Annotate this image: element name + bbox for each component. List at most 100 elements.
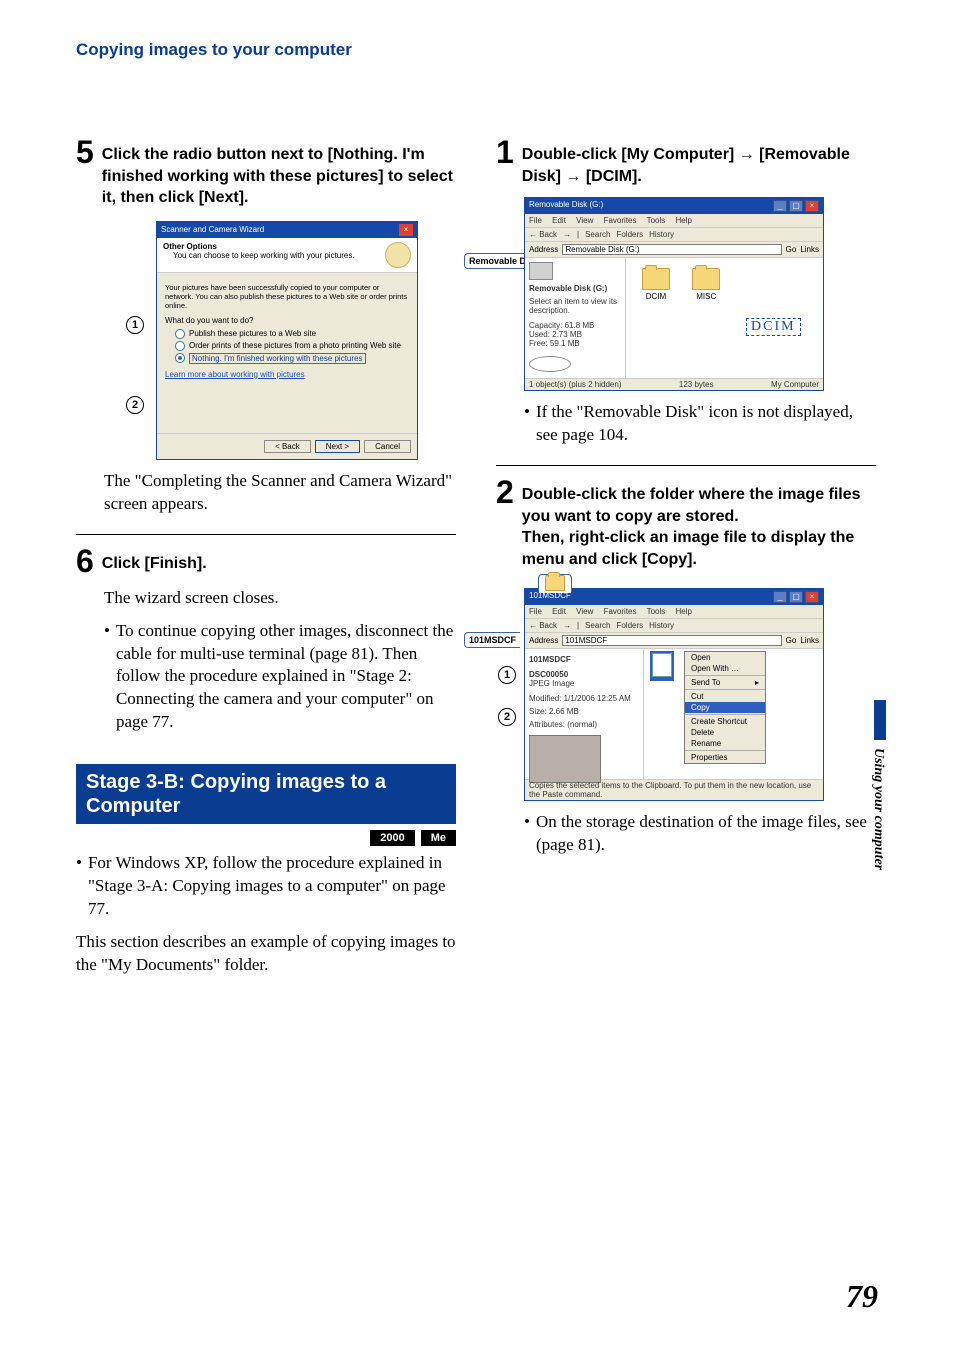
minimize-icon[interactable]: _: [773, 200, 787, 212]
os-badge-2000: 2000: [370, 830, 414, 846]
address-input[interactable]: 101MSDCF: [562, 635, 781, 646]
ctx-cut[interactable]: Cut: [685, 691, 765, 702]
folder-misc[interactable]: MISC: [686, 268, 726, 301]
step-6-bullet: • To continue copying other images, disc…: [104, 620, 456, 735]
ctx-properties[interactable]: Properties: [685, 752, 765, 763]
explorer2-menubar[interactable]: File Edit View Favorites Tools Help: [525, 605, 823, 619]
explorer-101msdcf: 101MSDCF _ ▢ × File Edit View Favorites: [524, 588, 824, 801]
page-header: Copying images to your computer: [76, 40, 878, 60]
explorer1-titlebar: Removable Disk (G:) _ ▢ ×: [525, 198, 823, 214]
os-badges: 2000 Me: [76, 830, 456, 846]
address-label: Address: [529, 245, 558, 254]
ctx-shortcut[interactable]: Create Shortcut: [685, 716, 765, 727]
wizard-header-title: Other Options: [163, 242, 217, 251]
address-input[interactable]: Removable Disk (G:): [562, 244, 781, 255]
stage-body: This section describes an example of cop…: [76, 931, 456, 977]
explorer2-toolbar[interactable]: ← Back →| Search Folders History: [525, 619, 823, 633]
explorer1-sidepane: Removable Disk (G:) Select an item to vi…: [525, 258, 626, 378]
pie-icon: [529, 356, 571, 372]
callout-2b: 2: [498, 708, 516, 726]
folder-dcim[interactable]: DCIM: [636, 268, 676, 301]
ctx-delete[interactable]: Delete: [685, 727, 765, 738]
links-button[interactable]: Links: [800, 245, 819, 254]
ctx-send-to[interactable]: Send To▸: [685, 677, 765, 688]
callout-2: 2: [126, 396, 144, 414]
image-file-selected[interactable]: [650, 651, 674, 681]
os-badge-me: Me: [421, 830, 456, 846]
step-2-bullet: • On the storage destination of the imag…: [524, 811, 876, 857]
ctx-copy[interactable]: Copy: [685, 702, 765, 713]
links-button[interactable]: Links: [800, 636, 819, 645]
go-button[interactable]: Go: [786, 245, 797, 254]
address-label: Address: [529, 636, 558, 645]
step-2-text: Double-click the folder where the image …: [522, 480, 876, 570]
dcim-callout: DCIM: [746, 318, 801, 336]
explorer1-toolbar[interactable]: ← Back →| Search Folders History: [525, 228, 823, 242]
history-button[interactable]: History: [649, 621, 674, 630]
close-icon[interactable]: ×: [399, 224, 413, 236]
step-1-text: Double-click [My Computer] → [Removable …: [522, 140, 876, 187]
callout-1: 1: [126, 316, 144, 334]
context-menu[interactable]: Open Open With … Send To▸ Cut Copy Creat…: [684, 651, 766, 764]
explorer1-menubar[interactable]: File Edit View Favorites Tools Help: [525, 214, 823, 228]
thumbnail-preview: [529, 735, 601, 783]
ctx-open-with[interactable]: Open With …: [685, 663, 765, 674]
minimize-icon[interactable]: _: [773, 591, 787, 603]
wizard-next-button[interactable]: Next >: [315, 440, 360, 453]
close-icon[interactable]: ×: [805, 200, 819, 212]
step-1-bullet-text: If the "Removable Disk" icon is not disp…: [536, 401, 876, 447]
search-button[interactable]: Search: [585, 621, 610, 630]
step-6-text: Click [Finish].: [102, 549, 207, 575]
explorer-removable-disk: Removable Disk (G:) _ ▢ × File Edit View: [524, 197, 824, 391]
wizard-screenshot: 1 2 Scanner and Camera Wizard × Other Op…: [116, 221, 416, 460]
back-button[interactable]: ← Back: [529, 621, 557, 630]
stage-3b-heading: Stage 3-B: Copying images to a Computer: [76, 764, 456, 824]
maximize-icon[interactable]: ▢: [789, 200, 803, 212]
wizard-back-button[interactable]: < Back: [264, 440, 311, 453]
folders-button[interactable]: Folders: [616, 230, 643, 239]
maximize-icon[interactable]: ▢: [789, 591, 803, 603]
side-title: Removable Disk (G:): [529, 284, 621, 293]
wizard-message: Your pictures have been successfully cop…: [165, 283, 409, 310]
step-6-bullet-text: To continue copying other images, discon…: [116, 620, 456, 735]
wizard-option-order[interactable]: Order prints of these pictures from a ph…: [175, 341, 409, 351]
explorer1-filelist[interactable]: DCIM MISC DCIM: [626, 258, 823, 378]
side-tab-bar: [874, 700, 886, 740]
side-title: 101MSDCF: [529, 655, 639, 664]
back-button[interactable]: ← Back: [529, 230, 557, 239]
explorer1-title: Removable Disk (G:): [529, 200, 603, 212]
step-5-text: Click the radio button next to [Nothing.…: [102, 140, 456, 209]
explorer2-statusbar: Copies the selected items to the Clipboa…: [525, 779, 823, 800]
close-icon[interactable]: ×: [805, 591, 819, 603]
history-button[interactable]: History: [649, 230, 674, 239]
step-5-result: The "Completing the Scanner and Camera W…: [104, 470, 456, 516]
stage-bullet-text: For Windows XP, follow the procedure exp…: [88, 852, 456, 921]
explorer1-statusbar: 1 object(s) (plus 2 hidden) 123 bytes My…: [525, 378, 823, 390]
step-6-result: The wizard screen closes.: [104, 587, 456, 610]
explorer2-folder-tab: [538, 574, 572, 593]
separator: [496, 465, 876, 466]
stage-bullet: • For Windows XP, follow the procedure e…: [76, 852, 456, 921]
folders-button[interactable]: Folders: [616, 621, 643, 630]
step-6: 6 Click [Finish].: [76, 549, 456, 577]
wizard-learn-more-link[interactable]: Learn more about working with pictures: [165, 370, 409, 379]
image-file-icon: [652, 653, 672, 677]
ctx-open[interactable]: Open: [685, 652, 765, 663]
search-button[interactable]: Search: [585, 230, 610, 239]
step-5: 5 Click the radio button next to [Nothin…: [76, 140, 456, 209]
step-2-bullet-text: On the storage destination of the image …: [536, 811, 876, 857]
wizard-option-nothing[interactable]: Nothing. I'm finished working with these…: [175, 353, 409, 364]
ctx-rename[interactable]: Rename: [685, 738, 765, 749]
step-1-number: 1: [496, 136, 514, 168]
callout-1b: 1: [498, 666, 516, 684]
wizard-question: What do you want to do?: [165, 316, 409, 325]
wizard-titlebar: Scanner and Camera Wizard ×: [157, 222, 417, 238]
explorer2-filelist[interactable]: Open Open With … Send To▸ Cut Copy Creat…: [644, 649, 823, 779]
step-1-bullet: • If the "Removable Disk" icon is not di…: [524, 401, 876, 447]
right-column: 1 Double-click [My Computer] → [Removabl…: [496, 140, 876, 987]
separator: [76, 534, 456, 535]
go-button[interactable]: Go: [786, 636, 797, 645]
wizard-option-publish[interactable]: Publish these pictures to a Web site: [175, 329, 409, 339]
step-1: 1 Double-click [My Computer] → [Removabl…: [496, 140, 876, 187]
wizard-cancel-button[interactable]: Cancel: [364, 440, 411, 453]
